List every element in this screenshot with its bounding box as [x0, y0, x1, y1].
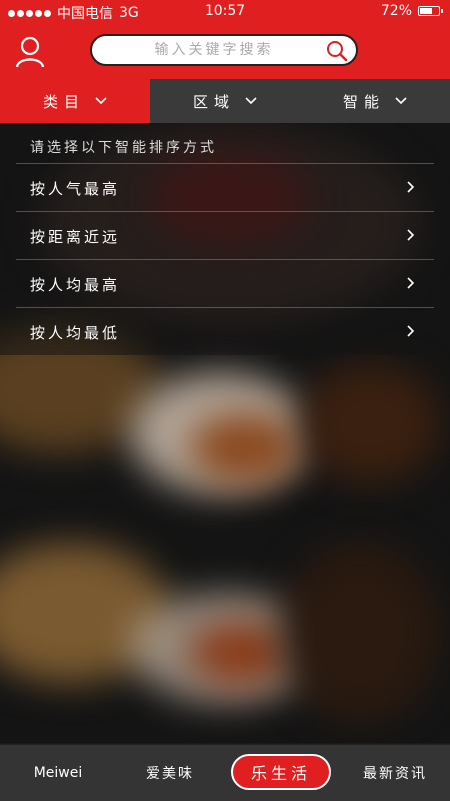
- sort-option-label: 按人气最高: [30, 180, 121, 198]
- sort-option-distance[interactable]: 按距离近远: [16, 211, 434, 259]
- brand-label: Meiwei: [33, 765, 83, 781]
- user-profile-button[interactable]: [14, 36, 46, 68]
- sort-option-label: 按距离近远: [30, 228, 121, 246]
- sort-options-panel: 请选择以下智能排序方式 按人气最高 按距离近远 按人均最高 按人均最低: [0, 123, 450, 355]
- search-input[interactable]: [112, 36, 316, 64]
- chevron-right-icon: [407, 229, 415, 241]
- chevron-right-icon: [407, 325, 415, 337]
- sort-option-price-high[interactable]: 按人均最高: [16, 259, 434, 307]
- filter-tab-label: 区域: [192, 92, 235, 111]
- sort-option-price-low[interactable]: 按人均最低: [16, 307, 434, 355]
- tab-happy-life[interactable]: 乐生活: [231, 754, 331, 790]
- tab-love-food[interactable]: 爱美味: [125, 745, 215, 801]
- filter-tab-area[interactable]: 区域: [150, 79, 300, 123]
- filter-tab-label: 类目: [42, 92, 85, 111]
- chevron-down-icon: [395, 97, 407, 105]
- battery-icon: [418, 6, 443, 16]
- tab-latest-news[interactable]: 最新资讯: [350, 745, 440, 801]
- sort-panel-title: 请选择以下智能排序方式: [30, 140, 217, 156]
- chevron-right-icon: [407, 181, 415, 193]
- chevron-down-icon: [95, 97, 107, 105]
- sort-option-popularity[interactable]: 按人气最高: [16, 163, 434, 211]
- bottom-tab-bar: Meiwei 爱美味 乐生活 最新资讯: [0, 744, 450, 801]
- filter-tab-smart-sort[interactable]: 智能: [300, 79, 450, 123]
- search-box: [90, 34, 358, 66]
- status-bar: 中国电信 3G 10:57 72%: [0, 0, 450, 24]
- filter-bar: 类目 区域 智能: [0, 79, 450, 123]
- user-icon: [15, 36, 45, 68]
- status-right: 72%: [380, 3, 443, 19]
- sort-option-label: 按人均最高: [30, 276, 121, 294]
- filter-tab-category[interactable]: 类目: [0, 79, 150, 123]
- battery-percent: 72%: [380, 3, 412, 19]
- header: [0, 24, 450, 79]
- filter-tab-label: 智能: [342, 92, 385, 111]
- sort-option-label: 按人均最低: [30, 324, 121, 342]
- search-icon[interactable]: [326, 40, 348, 62]
- chevron-right-icon: [407, 277, 415, 289]
- chevron-down-icon: [245, 97, 257, 105]
